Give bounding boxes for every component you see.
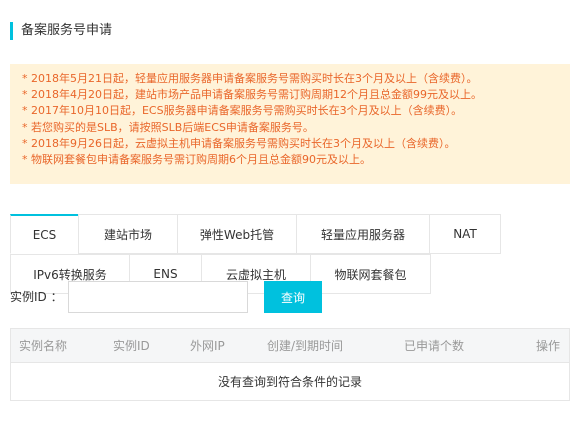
column-header: 已申请个数 [404,339,465,353]
instance-id-label: 实例ID ： [10,290,63,304]
notice-line: * 若您购买的是SLB，请按照SLB后端ECS申请备案服务号。 [22,120,314,134]
notice-panel: * 2018年5月21日起，轻量应用服务器申请备案服务号需购买时长在3个月及以上… [10,64,570,184]
notice-line: * 2018年5月21日起，轻量应用服务器申请备案服务号需购买时长在3个月及以上… [22,72,478,85]
column-header: 实例名称 [19,339,68,353]
notice-line: * 物联网套餐包申请备案服务号需订购周期6个月且总金额90元及以上。 [22,153,371,167]
query-button[interactable]: 查询 [264,281,322,313]
tab-lightweight-server[interactable]: 轻量应用服务器 [296,214,430,254]
notice-line: * 2018年4月20日起，建站市场产品申请备案服务号需订购周期12个月且总金额… [22,88,482,102]
tab-iot-package[interactable]: 物联网套餐包 [310,254,431,294]
tab-ecs[interactable]: ECS [10,214,79,254]
column-header: 实例ID [113,339,150,353]
instance-table: 实例名称 实例ID 外网IP 创建/到期时间 已申请个数 操作 没有查询到符合条… [10,328,570,401]
table-header: 实例名称 实例ID 外网IP 创建/到期时间 已申请个数 操作 [11,329,569,363]
notice-line: * 2017年10月10日起，ECS服务器申请备案服务号需购买时长在3个月及以上… [22,104,463,118]
instance-id-input[interactable] [68,281,248,313]
page-title: 备案服务号申请 [10,22,112,40]
column-header: 创建/到期时间 [267,339,344,353]
tab-web-hosting[interactable]: 弹性Web托管 [177,214,297,254]
notice-line: * 2018年9月26日起，云虚拟主机申请备案服务号需购买时长在3个月及以上（含… [22,136,456,150]
column-header: 外网IP [190,339,225,353]
empty-state-text: 没有查询到符合条件的记录 [217,375,362,389]
tab-site-market[interactable]: 建站市场 [78,214,178,254]
column-header: 操作 [536,339,561,353]
tab-nat[interactable]: NAT [429,214,501,254]
